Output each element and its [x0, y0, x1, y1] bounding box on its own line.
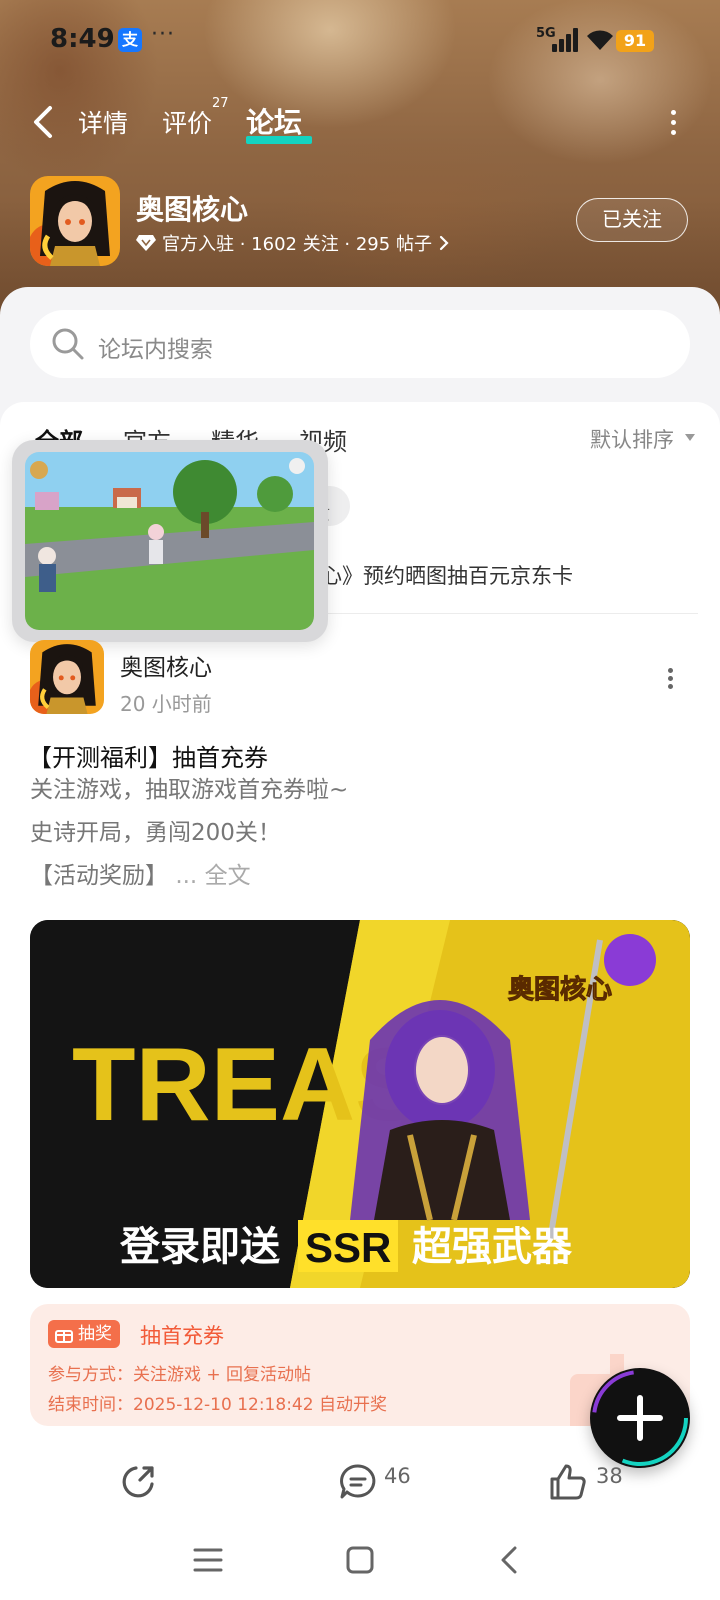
search-bar[interactable]: 论坛内搜索	[30, 310, 690, 378]
post-line-1: 关注游戏，抽取游戏首充券啦~	[30, 777, 349, 803]
post-title[interactable]: 【开测福利】抽首充券	[28, 738, 268, 773]
post-ellipsis: ...	[175, 863, 198, 889]
more-notifications-icon: ···	[151, 22, 175, 47]
banner-big-text: TREASURE	[72, 1027, 644, 1143]
author-avatar[interactable]	[30, 640, 104, 714]
tab-reviews[interactable]: 评价	[162, 104, 212, 140]
comment-icon[interactable]	[338, 1462, 378, 1502]
comment-count: 46	[384, 1464, 411, 1488]
banner-logo-text: 奥图核心	[508, 974, 612, 1004]
post-line-3: 【活动奖励】 ... 全文	[30, 856, 251, 890]
floating-video-preview[interactable]	[25, 452, 314, 630]
banner-caption-left: 登录即送	[119, 1225, 280, 1269]
sort-caret-icon	[685, 434, 695, 441]
post-time: 20 小时前	[120, 692, 212, 716]
menu-icon[interactable]	[192, 1545, 224, 1575]
lottery-tag: 抽奖	[48, 1320, 120, 1348]
post-line-3-text: 【活动奖励】	[30, 863, 168, 889]
post-line-2: 史诗开局，勇闯200关！	[30, 820, 281, 846]
game-meta-row[interactable]: 官方入驻 · 1602 关注 · 295 帖子	[136, 230, 450, 256]
game-icon[interactable]	[30, 176, 120, 266]
game-title: 奥图核心	[136, 193, 249, 226]
pinned-notice[interactable]: 核心》预约晒图抽百元京东卡	[300, 560, 573, 590]
wifi-icon	[587, 30, 613, 50]
post-banner-image[interactable]: TREASURE 奥图核心 登录即送 SSR 超强武器	[30, 920, 690, 1288]
gift-icon	[55, 1330, 73, 1343]
more-options-icon[interactable]	[670, 110, 678, 138]
search-icon	[52, 328, 84, 360]
like-icon[interactable]	[548, 1462, 588, 1502]
system-back-icon[interactable]	[496, 1544, 522, 1576]
sort-dropdown[interactable]: 默认排序	[590, 424, 674, 454]
system-nav-bar	[0, 1520, 720, 1600]
banner-caption-right: 超强武器	[412, 1225, 573, 1269]
author-name[interactable]: 奥图核心	[120, 648, 212, 682]
tab-forum[interactable]: 论坛	[246, 101, 302, 141]
reviews-count-badge: 27	[212, 96, 229, 111]
share-icon[interactable]	[118, 1462, 158, 1502]
lottery-title: 抽首充券	[140, 1324, 224, 1348]
like-count: 38	[596, 1464, 623, 1488]
lottery-join-method: 参与方式：关注游戏 + 回复活动帖	[48, 1365, 312, 1385]
verified-diamond-icon	[136, 235, 156, 251]
battery-indicator: 91	[616, 30, 654, 52]
signal-icon	[550, 28, 578, 52]
home-icon[interactable]	[345, 1545, 375, 1575]
follow-button[interactable]: 已关注	[576, 198, 688, 242]
full-text-link[interactable]: 全文	[205, 863, 251, 889]
post-more-icon[interactable]	[668, 668, 674, 689]
floating-video-window[interactable]	[12, 440, 328, 642]
status-bar: 8:49 支 ··· 5G 91	[0, 0, 720, 80]
chevron-right-icon	[439, 235, 449, 251]
status-time: 8:49	[50, 24, 115, 54]
lottery-tag-text: 抽奖	[78, 1324, 112, 1344]
back-icon[interactable]	[28, 102, 60, 142]
search-placeholder: 论坛内搜索	[98, 337, 213, 363]
lottery-end-time: 结束时间：2025-12-10 12:18:42 自动开奖	[48, 1395, 387, 1415]
top-nav: 详情 评价 27 论坛	[0, 96, 720, 148]
game-meta-text: 官方入驻 · 1602 关注 · 295 帖子	[162, 234, 432, 255]
post-action-bar: 46 38	[0, 1440, 720, 1520]
alipay-notification-icon: 支	[118, 28, 142, 52]
tab-details[interactable]: 详情	[78, 104, 128, 140]
banner-caption-badge: SSR	[305, 1224, 391, 1271]
